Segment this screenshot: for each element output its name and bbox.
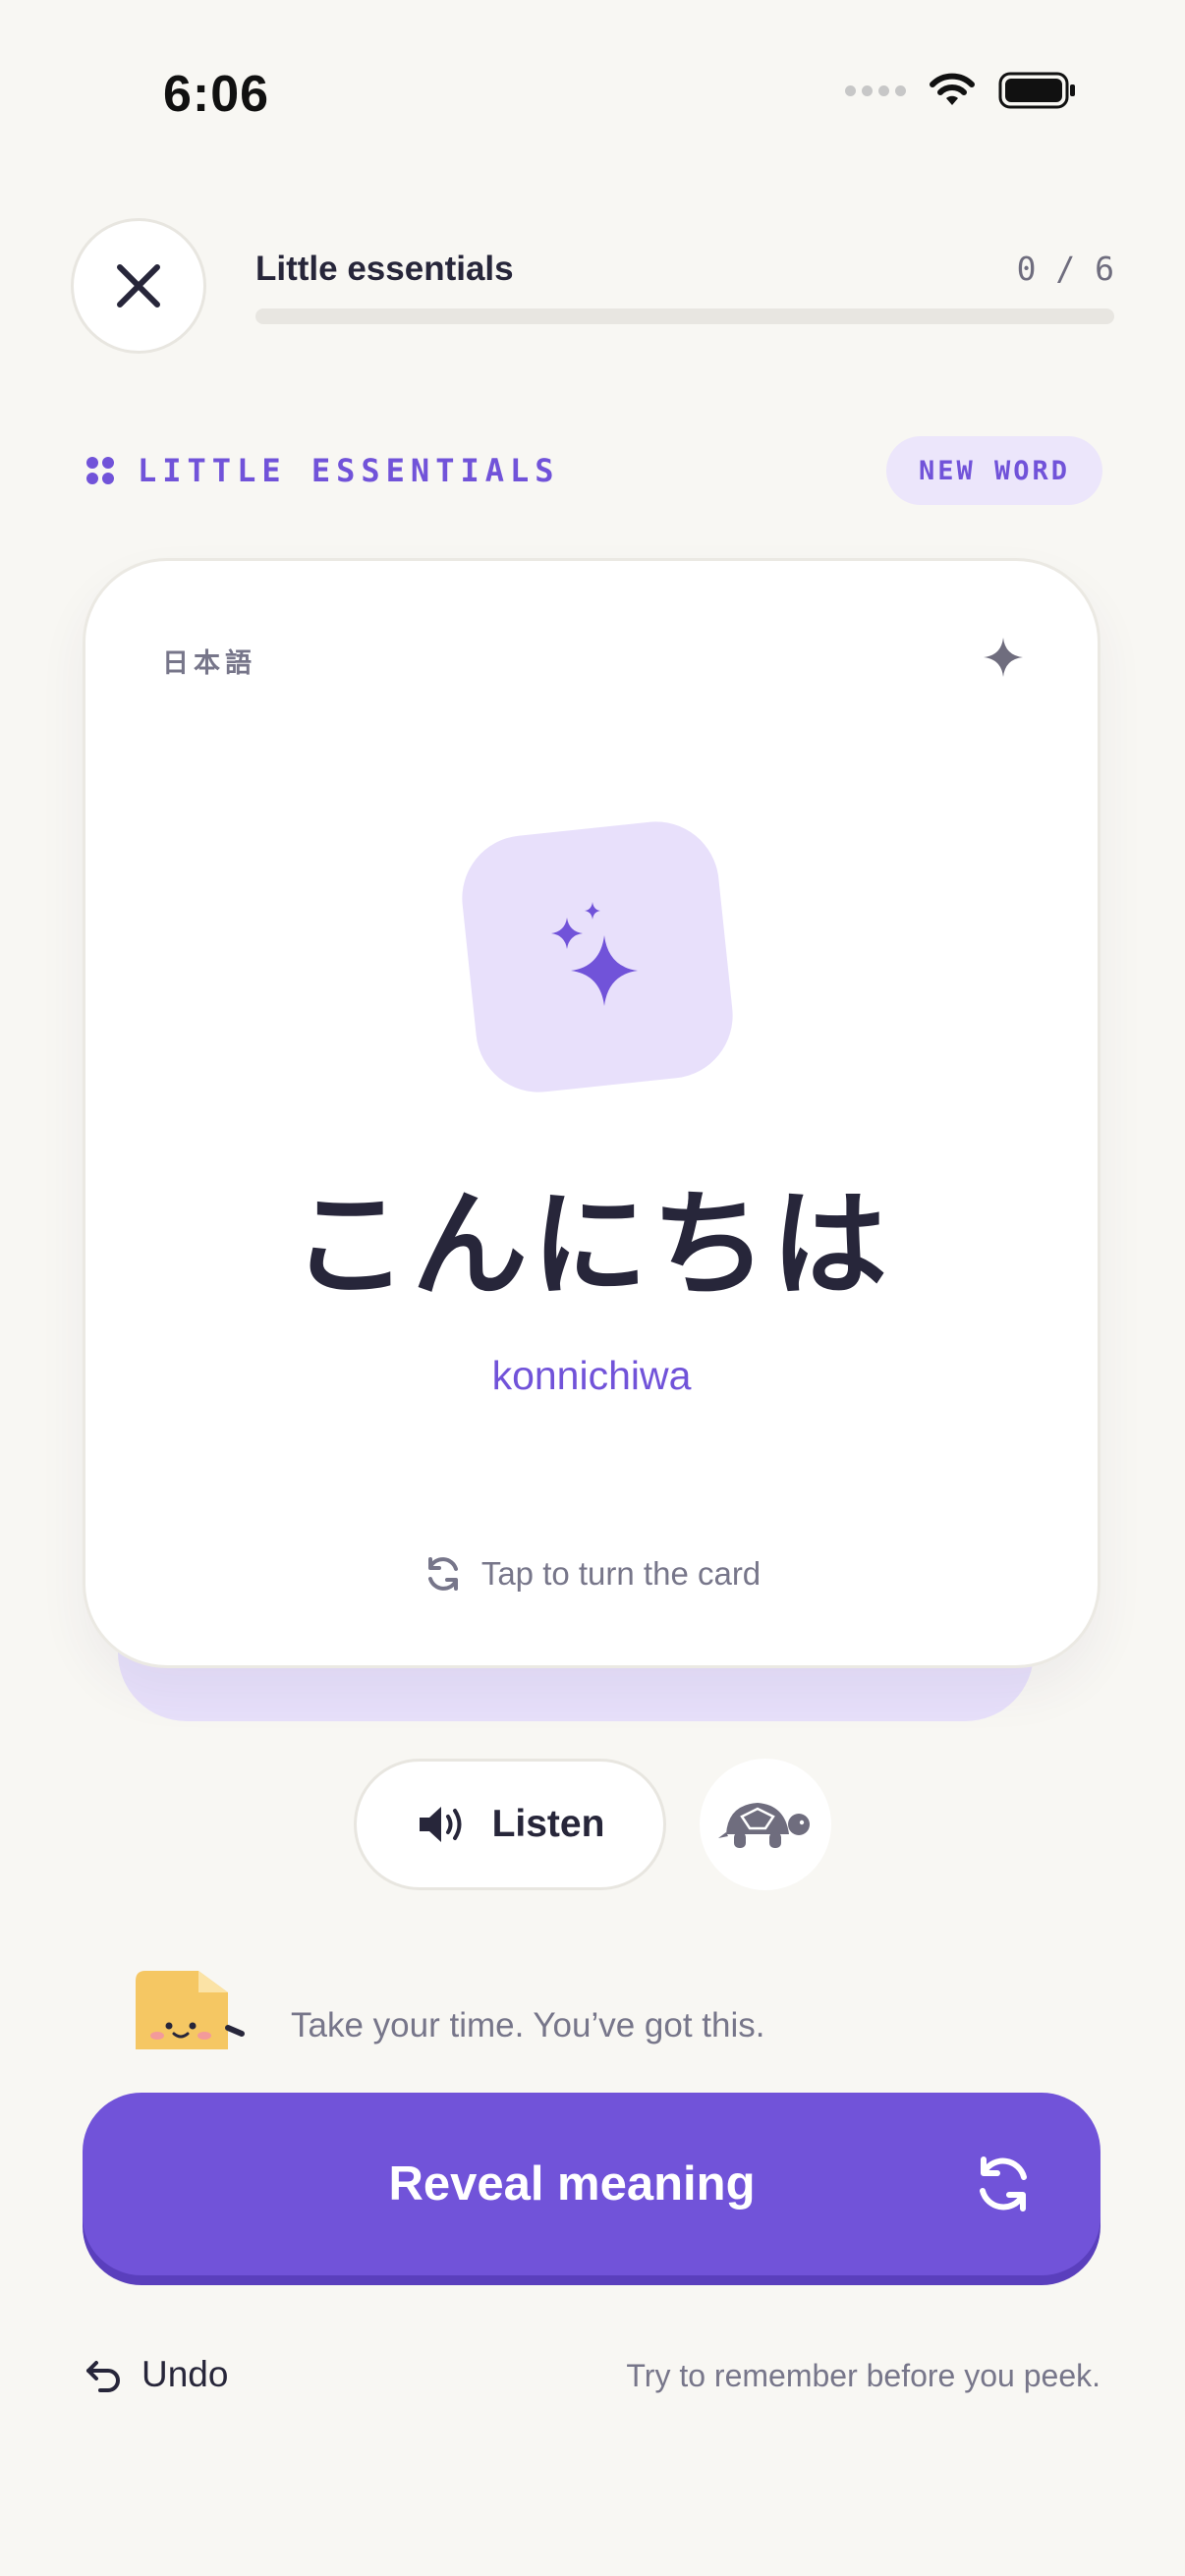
reveal-meaning-button[interactable]: Reveal meaning: [83, 2093, 1100, 2275]
deck-name: LITTLE ESSENTIALS: [138, 452, 560, 489]
flip-icon: [427, 1557, 458, 1591]
peek-hint: Try to remember before you peek.: [626, 2358, 1100, 2393]
undo-button[interactable]: Undo: [83, 2354, 228, 2395]
mascot-icon: [130, 1965, 248, 2049]
sparkle-icon[interactable]: [982, 636, 1025, 679]
encouragement-text: Take your time. You’ve got this.: [291, 2006, 765, 2044]
word-illustration: [456, 815, 739, 1098]
undo-icon: [86, 2361, 120, 2392]
close-button[interactable]: [71, 218, 206, 354]
progress-count: 0 / 6: [1016, 250, 1114, 288]
flip-card-icon: [980, 2156, 1027, 2212]
language-label: 日本語: [162, 648, 256, 678]
reveal-label: Reveal meaning: [388, 2157, 756, 2211]
progress-bar: [255, 308, 1114, 324]
cellular-dots-icon: [845, 84, 906, 96]
sparkles-icon: [551, 902, 638, 1006]
battery-icon: [998, 72, 1075, 109]
target-word: こんにちは: [291, 1181, 891, 1311]
slow-audio-button[interactable]: [700, 1759, 831, 1890]
wifi-icon: [930, 73, 975, 105]
turtle-icon: [718, 1803, 810, 1848]
tap-hint: Tap to turn the card: [85, 1553, 1098, 1595]
status-time: 6:06: [163, 66, 270, 123]
undo-label: Undo: [141, 2354, 229, 2394]
flashcard[interactable]: 日本語 こんにちは konnichiwa Tap to turn the car…: [83, 558, 1100, 1668]
close-icon: [117, 264, 160, 308]
tap-hint-text: Tap to turn the card: [480, 1555, 762, 1592]
status-icons: [845, 71, 1077, 110]
flashcard-screen: 6:06 Little essentials 0 / 6 LITTLE ESSE…: [0, 0, 1185, 2576]
listen-button[interactable]: Listen: [354, 1759, 666, 1890]
lesson-title: Little essentials: [255, 250, 514, 288]
new-word-badge: NEW WORD: [886, 436, 1102, 505]
listen-label: Listen: [491, 1803, 605, 1845]
romanization: konnichiwa: [491, 1353, 692, 1398]
speaker-icon: [419, 1807, 462, 1842]
deck-dots-icon: [86, 457, 114, 484]
deck-label: LITTLE ESSENTIALS: [86, 452, 560, 489]
